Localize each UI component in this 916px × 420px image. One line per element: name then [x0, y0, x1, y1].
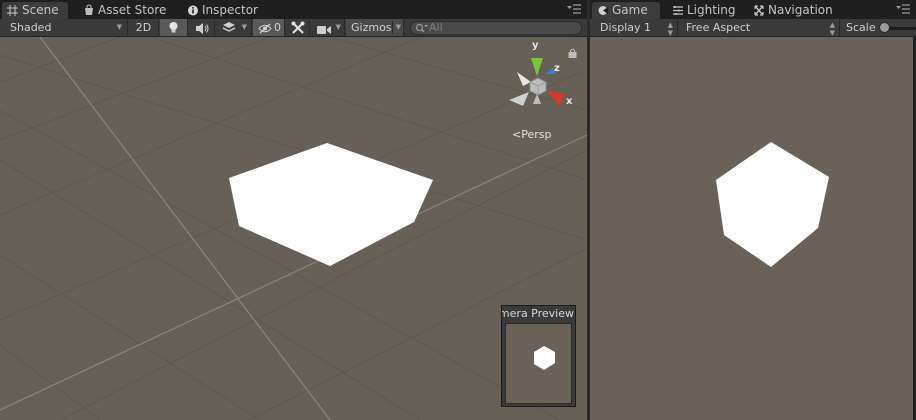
tab-scene-label: Scene [22, 3, 59, 17]
tab-asset-store[interactable]: Asset Store [78, 2, 168, 19]
lighting-list-icon [672, 2, 684, 19]
navigation-icon [753, 2, 765, 19]
tab-navigation-label: Navigation [768, 3, 833, 17]
game-tabbar: Game Lighting Navigation [590, 0, 916, 19]
gizmo-y-cone [531, 58, 543, 76]
tab-game-label: Game [612, 3, 648, 17]
tab-asset-store-label: Asset Store [98, 3, 167, 17]
up-down-arrows-icon: ▲ ▼ [667, 21, 673, 37]
gizmo-neg-z-cone [509, 92, 529, 106]
display-label: Display 1 [600, 21, 652, 34]
dropdown-arrow-icon: ▼ [116, 23, 122, 31]
aspect-label: Free Aspect [686, 21, 751, 34]
projection-label: Persp [521, 128, 552, 141]
hidden-count: 0 [274, 21, 281, 34]
game-view[interactable] [590, 37, 916, 420]
dropdown-arrow-icon: ▼ [395, 23, 401, 31]
info-icon [187, 2, 199, 19]
tab-inspector-label: Inspector [202, 3, 258, 17]
scene-grid-icon [7, 2, 19, 19]
game-window: Game Lighting Navigation Display 1 ▲ ▼ Fr… [590, 0, 916, 420]
scene-gizmo[interactable]: y z x [503, 40, 583, 120]
gizmo-neg-y-cone [533, 94, 541, 104]
game-controller-icon [597, 2, 609, 19]
camera-preview-window: Camera Preview [501, 305, 576, 407]
dropdown-arrow-icon: ▼ [241, 23, 247, 31]
scene-camera-dropdown[interactable]: ▼ [311, 19, 345, 36]
game-toolbar: Display 1 ▲ ▼ Free Aspect ▲ ▼ Scale [590, 19, 916, 37]
2d-toggle-button[interactable]: 2D [129, 19, 159, 36]
gizmo-x-cone [547, 90, 565, 106]
gizmo-y-label: y [532, 40, 539, 51]
camera-preview-title: Camera Preview [502, 307, 574, 320]
divider [392, 21, 393, 34]
draw-mode-label: Shaded [10, 21, 52, 34]
gizmo-x-label: x [566, 96, 573, 107]
aspect-dropdown[interactable]: Free Aspect ▲ ▼ [679, 19, 840, 37]
cube-object [716, 142, 829, 267]
display-dropdown[interactable]: Display 1 ▲ ▼ [590, 19, 678, 37]
scene-grid [0, 37, 587, 420]
dropdown-arrow-icon: ▼ [335, 23, 341, 31]
shopping-bag-icon [83, 2, 95, 19]
gizmo-z-label: z [554, 63, 560, 74]
gizmos-label: Gizmos [351, 21, 392, 34]
window-menu-icon[interactable] [896, 4, 910, 15]
scene-window: Scene Asset Store Inspector Shaded ▼ 2D [0, 0, 587, 420]
tab-navigation[interactable]: Navigation [748, 2, 840, 19]
lock-icon[interactable] [568, 48, 577, 61]
scene-toolbar: Shaded ▼ 2D ▼ 0 ▼ Gizmos ▼ All [0, 19, 587, 37]
scene-search-field[interactable]: All [410, 21, 582, 35]
2d-label: 2D [135, 21, 152, 34]
perspective-icon: < [512, 128, 522, 141]
scale-slider-handle[interactable] [879, 22, 890, 33]
cube-object [229, 143, 433, 266]
window-menu-icon[interactable] [567, 4, 581, 15]
cube-object [534, 346, 555, 370]
hidden-objects-toggle[interactable]: 0 [253, 19, 285, 36]
scene-tabbar: Scene Asset Store Inspector [0, 0, 587, 19]
draw-mode-dropdown[interactable]: Shaded ▼ [0, 19, 128, 36]
camera-preview-title-bar: Camera Preview [502, 306, 575, 321]
tools-button[interactable] [286, 19, 310, 36]
scene-lighting-toggle[interactable] [160, 19, 188, 36]
gizmos-dropdown[interactable]: Gizmos ▼ [346, 19, 404, 36]
tab-lighting[interactable]: Lighting [667, 2, 741, 19]
up-down-arrows-icon: ▲ ▼ [829, 21, 835, 37]
search-placeholder: All [429, 21, 443, 34]
projection-toggle[interactable]: <Persp [512, 128, 551, 141]
tab-inspector[interactable]: Inspector [182, 2, 262, 19]
scale-label: Scale [846, 21, 876, 34]
scene-effects-dropdown[interactable]: ▼ [216, 19, 252, 36]
scene-viewport[interactable]: y z x <Persp Camera Preview [0, 37, 587, 420]
scene-audio-toggle[interactable] [189, 19, 215, 36]
tab-lighting-label: Lighting [687, 3, 736, 17]
gizmo-neg-x-cone [517, 72, 531, 86]
tab-game[interactable]: Game [592, 2, 660, 19]
camera-preview-view [505, 323, 572, 404]
tab-scene[interactable]: Scene [2, 2, 68, 19]
search-icon [415, 23, 429, 37]
